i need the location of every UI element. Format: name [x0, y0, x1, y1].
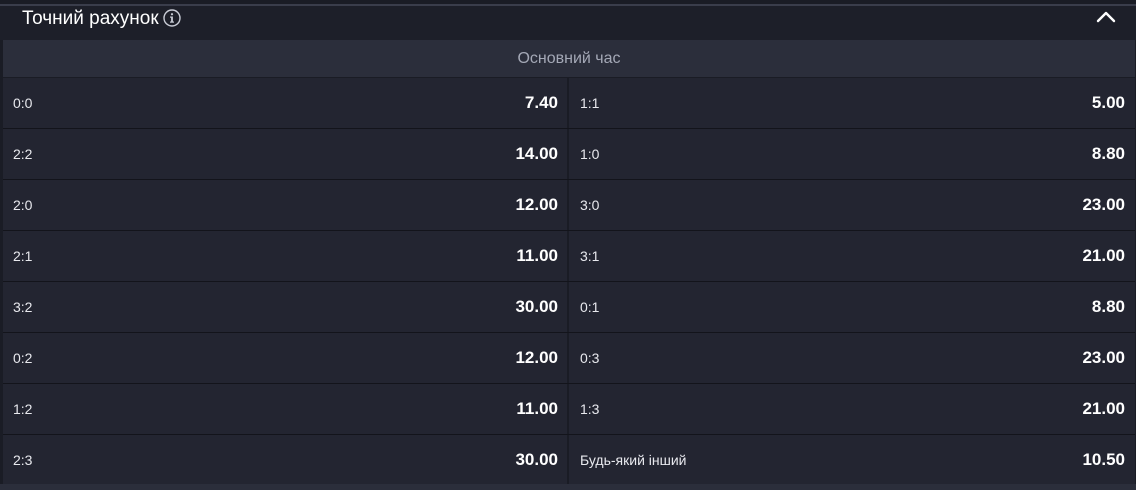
outcome-label: 3:0 — [580, 197, 600, 213]
divider — [0, 484, 1136, 490]
odds-value: 30.00 — [515, 297, 558, 316]
odds-row: 0:2 12.00 0:3 23.00 — [3, 333, 1135, 384]
outcome-label: 2:3 — [13, 452, 33, 468]
outcome-label: 0:1 — [580, 299, 600, 315]
odds-grid: 0:0 7.40 1:1 5.00 2:2 14.00 1:0 8.80 2:0 12.00 3:0… — [3, 78, 1135, 486]
odds-value: 10.50 — [1082, 450, 1125, 469]
odds-row: 2:2 14.00 1:0 8.80 — [3, 129, 1135, 180]
odds-value: 21.00 — [1082, 399, 1125, 418]
odds-value: 14.00 — [515, 144, 558, 163]
odds-row: 1:2 11.00 1:3 21.00 — [3, 384, 1135, 435]
odds-value: 11.00 — [516, 399, 558, 418]
odds-value: 7.40 — [524, 93, 558, 112]
odds-value: 5.00 — [1091, 93, 1125, 112]
odds-selection-button[interactable]: 1:1 5.00 — [569, 78, 1135, 128]
market-header[interactable]: Точний рахунок — [0, 6, 1136, 40]
odds-selection-button[interactable]: 2:0 12.00 — [3, 180, 567, 230]
odds-selection-button[interactable]: 3:0 23.00 — [569, 180, 1135, 230]
odds-value: 11.00 — [516, 246, 558, 265]
odds-row: 3:2 30.00 0:1 8.80 — [3, 282, 1135, 333]
odds-selection-button[interactable]: 1:0 8.80 — [569, 129, 1135, 179]
outcome-label: 3:1 — [580, 248, 600, 264]
odds-selection-button[interactable]: 1:3 21.00 — [569, 384, 1135, 434]
odds-selection-button[interactable]: 0:0 7.40 — [3, 78, 567, 128]
exact-score-market: Точний рахунок Основний час 0:0 7.40 1:1 5.… — [0, 0, 1136, 490]
outcome-label: 0:3 — [580, 350, 600, 366]
chevron-up-icon[interactable] — [1096, 10, 1116, 24]
period-section-header: Основний час — [3, 40, 1135, 77]
market-title: Точний рахунок — [22, 8, 159, 29]
info-icon[interactable] — [163, 9, 181, 27]
outcome-label: 2:0 — [13, 197, 33, 213]
odds-row: 2:0 12.00 3:0 23.00 — [3, 180, 1135, 231]
outcome-label: 0:0 — [13, 95, 33, 111]
odds-value: 8.80 — [1091, 297, 1125, 316]
outcome-label: 1:1 — [580, 95, 600, 111]
odds-row: 0:0 7.40 1:1 5.00 — [3, 78, 1135, 129]
odds-selection-button[interactable]: Будь-який інший 10.50 — [569, 435, 1135, 485]
period-label: Основний час — [517, 50, 621, 67]
odds-value: 21.00 — [1082, 246, 1125, 265]
odds-selection-button[interactable]: 1:2 11.00 — [3, 384, 567, 434]
odds-selection-button[interactable]: 2:3 30.00 — [3, 435, 567, 485]
outcome-label: 1:3 — [580, 401, 600, 417]
outcome-label: 1:2 — [13, 401, 33, 417]
outcome-label: 2:1 — [13, 248, 33, 264]
outcome-label: Будь-який інший — [580, 452, 687, 468]
odds-value: 12.00 — [515, 348, 558, 367]
odds-selection-button[interactable]: 2:1 11.00 — [3, 231, 567, 281]
odds-selection-button[interactable]: 0:3 23.00 — [569, 333, 1135, 383]
odds-value: 12.00 — [515, 195, 558, 214]
odds-selection-button[interactable]: 0:2 12.00 — [3, 333, 567, 383]
odds-value: 23.00 — [1082, 348, 1125, 367]
odds-row: 2:1 11.00 3:1 21.00 — [3, 231, 1135, 282]
odds-selection-button[interactable]: 0:1 8.80 — [569, 282, 1135, 332]
odds-value: 8.80 — [1091, 144, 1125, 163]
odds-row: 2:3 30.00 Будь-який інший 10.50 — [3, 435, 1135, 486]
odds-selection-button[interactable]: 3:1 21.00 — [569, 231, 1135, 281]
odds-value: 30.00 — [515, 450, 558, 469]
outcome-label: 1:0 — [580, 146, 600, 162]
outcome-label: 3:2 — [13, 299, 33, 315]
outcome-label: 0:2 — [13, 350, 33, 366]
odds-selection-button[interactable]: 3:2 30.00 — [3, 282, 567, 332]
odds-selection-button[interactable]: 2:2 14.00 — [3, 129, 567, 179]
odds-value: 23.00 — [1082, 195, 1125, 214]
outcome-label: 2:2 — [13, 146, 33, 162]
